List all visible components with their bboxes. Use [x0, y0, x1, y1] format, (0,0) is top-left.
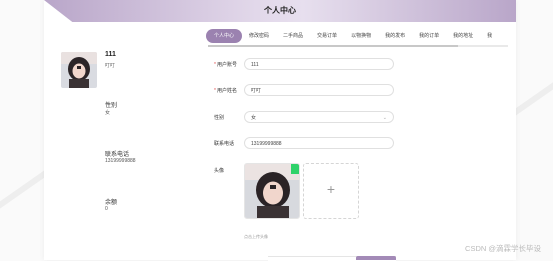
profile-gender-label: 性别 [105, 103, 118, 109]
tab-second-hand-goods[interactable]: 二手商品 [276, 29, 310, 43]
profile-balance-label: 余额 [105, 200, 118, 206]
avatar-preview-photo [245, 164, 299, 218]
tab-personal-center[interactable]: 个人中心 [206, 29, 243, 43]
avatar [61, 52, 97, 88]
chevron-down-icon: ⌄ [382, 115, 387, 121]
plus-icon: + [326, 181, 336, 197]
phone-input[interactable]: 13199999888 [244, 137, 394, 149]
required-mark: * [214, 62, 216, 68]
gender-select-value: 女 [251, 115, 257, 121]
tab-more[interactable]: 我 [480, 29, 499, 43]
tab-bar: 个人中心 修改密码 二手商品 交易订单 以物换物 我的发布 我的订单 我的地址 … [206, 29, 499, 43]
tab-barter[interactable]: 以物换物 [344, 29, 378, 43]
account-label: *用户账号 [214, 62, 237, 68]
tab-my-orders[interactable]: 我的订单 [412, 29, 446, 43]
tab-scroll-indicator[interactable] [208, 45, 458, 47]
avatar-upload-button[interactable]: + [303, 163, 359, 219]
profile-phone-value: 13199999888 [105, 158, 136, 164]
page-title: 个人中心 [264, 6, 296, 15]
gender-label: 性别 [214, 115, 225, 121]
username-label: *用户姓名 [214, 88, 237, 94]
profile-nickname: 叮叮 [105, 63, 116, 69]
phone-label: 联系电话 [214, 141, 235, 147]
page-header: 个人中心 [44, 0, 516, 22]
tab-change-password[interactable]: 修改密码 [242, 29, 276, 43]
required-mark: * [214, 88, 216, 94]
profile-name: 111 [105, 51, 116, 58]
tab-underline [208, 45, 508, 47]
tab-trade-orders[interactable]: 交易订单 [310, 29, 344, 43]
username-input[interactable]: 叮叮 [244, 84, 394, 96]
profile-balance-value: 0 [105, 206, 108, 212]
gender-select[interactable]: 女 ⌄ [244, 111, 394, 123]
upload-hint: 点击上传头像 [244, 234, 268, 239]
account-input[interactable]: 111 [244, 58, 394, 70]
avatar-preview[interactable] [244, 163, 300, 219]
avatar-photo [61, 52, 97, 88]
watermark: CSDN @滴霖学长毕设 [465, 244, 541, 253]
profile-phone-label: 联系电话 [105, 152, 130, 158]
tab-my-address[interactable]: 我的地址 [446, 29, 480, 43]
submit-button[interactable] [356, 256, 396, 260]
avatar-label: 头像 [214, 168, 225, 174]
tab-my-posts[interactable]: 我的发布 [378, 29, 412, 43]
profile-gender-value: 女 [105, 110, 111, 116]
